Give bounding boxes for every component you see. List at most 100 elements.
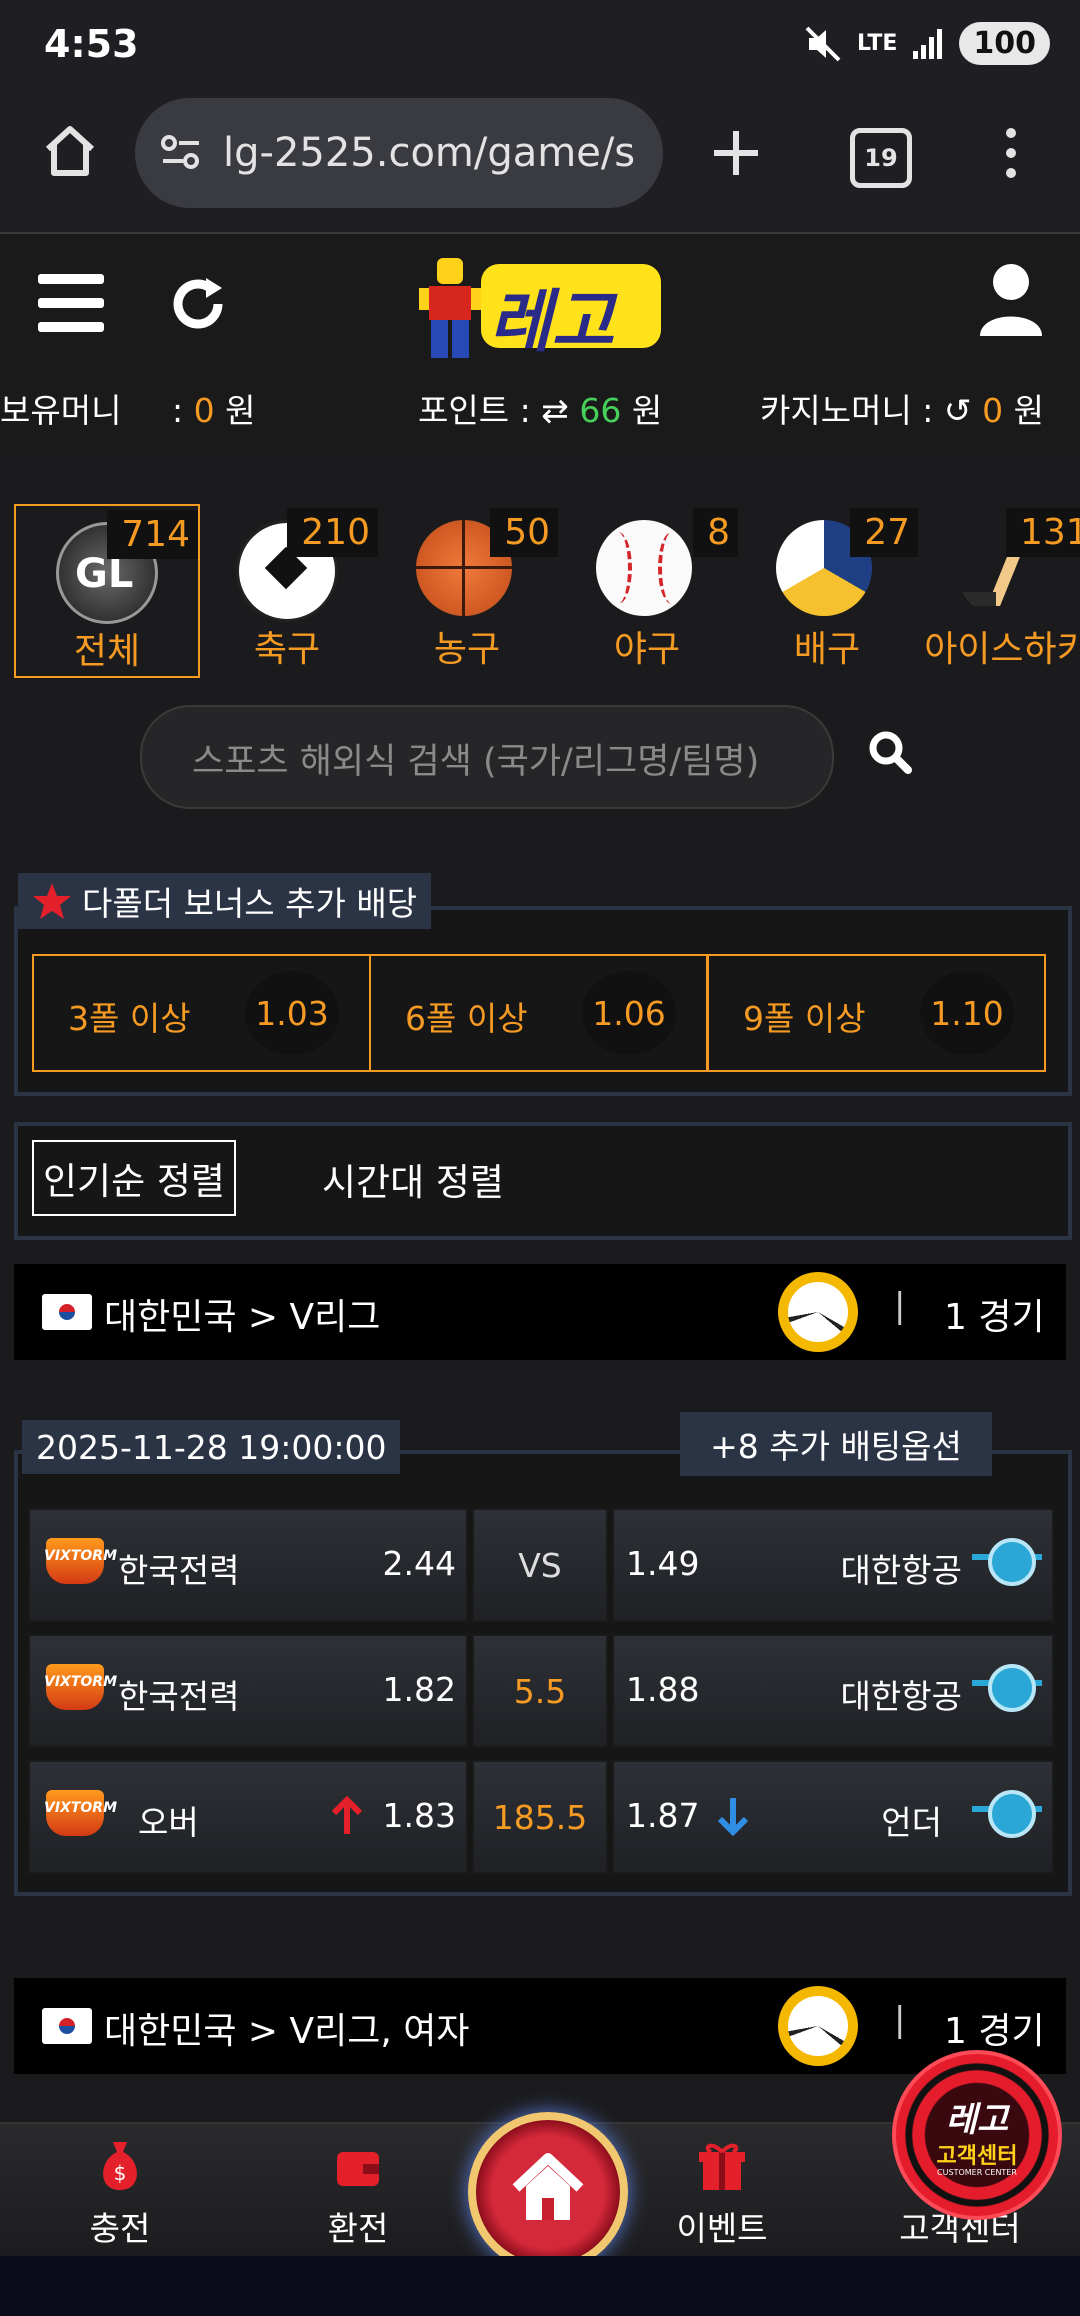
handicap-value: 5.5 (513, 1672, 567, 1711)
away-team: 대한항공 (840, 1677, 962, 1716)
exchange-arrows-icon[interactable]: ⇄ (541, 391, 569, 430)
sport-count: 8 (693, 508, 738, 557)
nav-deposit[interactable]: $ 충전 (40, 2128, 200, 2248)
sport-count: 131 (1006, 508, 1080, 557)
url-text[interactable]: lg-2525.com/game/s (223, 130, 643, 176)
sort-time-button[interactable]: 시간대 정렬 (322, 1152, 504, 1206)
kepco-vixtorm-logo-icon: VIXTORM (40, 1784, 117, 1840)
sport-tab-hockey[interactable]: 131 아이스하키 (916, 504, 1080, 674)
jumbos-logo-icon (972, 1784, 1042, 1840)
search-icon[interactable] (866, 728, 914, 776)
sport-tab-basketball[interactable]: 50 농구 (376, 504, 558, 674)
kepco-vixtorm-logo-icon: VIXTORM (40, 1658, 117, 1714)
gift-icon (699, 2143, 745, 2190)
bonus-label: 3폴 이상 (68, 999, 191, 1038)
reload-icon[interactable]: ↺ (944, 391, 972, 430)
home-icon (512, 2153, 584, 2220)
home-team: 한국전력 (118, 1551, 240, 1590)
nav-label: 환전 (327, 2209, 389, 2248)
user-profile-icon[interactable] (976, 262, 1046, 338)
bonus-label: 6폴 이상 (405, 999, 528, 1038)
kepco-vixtorm-logo-icon: VIXTORM (40, 1532, 117, 1588)
customer-center-badge[interactable]: 레고 고객센터 CUSTOMER CENTER (892, 2050, 1062, 2220)
sort-popular-button[interactable]: 인기순 정렬 (32, 1140, 236, 1216)
sport-count: 27 (850, 508, 918, 557)
more-menu-icon[interactable] (996, 123, 1026, 183)
nav-event[interactable]: 이벤트 (642, 2128, 802, 2248)
battery-level: 100 (959, 22, 1050, 65)
home-icon[interactable] (40, 121, 100, 181)
under-odds: 1.87 (626, 1796, 700, 1835)
network-type: LTE (856, 31, 898, 56)
money-bag-icon: $ (103, 2142, 137, 2190)
star-icon (33, 883, 71, 919)
volleyball-icon (778, 1272, 858, 1352)
bonus-option-9fold[interactable]: 9폴 이상 1.10 (707, 954, 1046, 1072)
bonus-option-3fold[interactable]: 3폴 이상 1.03 (32, 954, 371, 1072)
sport-tab-volleyball[interactable]: 27 배구 (736, 504, 918, 674)
tab-switcher-button[interactable]: 19 (850, 128, 912, 188)
site-logo[interactable]: 레고 (415, 254, 665, 364)
status-time: 4:53 (44, 22, 139, 66)
korea-flag-icon (42, 2008, 92, 2044)
away-odds-cell[interactable]: 1.88 대한항공 (612, 1634, 1054, 1748)
casino-value: 0 (982, 391, 1004, 430)
center-cell: VS (472, 1508, 608, 1622)
home-odds: 2.44 (382, 1544, 456, 1583)
over-label: 오버 (138, 1803, 199, 1842)
more-bet-options-button[interactable]: +8 추가 배팅옵션 (680, 1412, 992, 1476)
site-header: 레고 보유머니 : 0 원 포인트 : ⇄ 66 원 카지노머니 : ↺ 0 원 (0, 234, 1080, 456)
game-count: 1 경기 (944, 2011, 1045, 2052)
league-header[interactable]: 대한민국 > V리그 | 1 경기 (14, 1264, 1066, 1360)
status-icons: LTE 100 (803, 22, 1050, 65)
sport-label: 야구 (613, 629, 681, 670)
total-line-cell: 185.5 (472, 1760, 608, 1874)
casino-label: 카지노머니 : (760, 391, 934, 430)
svg-text:$: $ (114, 2161, 127, 2185)
sport-tab-soccer[interactable]: 210 축구 (196, 504, 378, 674)
cs-badge-caption: CUSTOMER CENTER (937, 2168, 1017, 2177)
nav-home-button[interactable] (468, 2112, 628, 2272)
sport-tab-baseball[interactable]: 8 야구 (556, 504, 738, 674)
site-settings-icon[interactable] (159, 131, 203, 175)
lego-figure-icon (419, 258, 481, 358)
under-odds-cell[interactable]: 1.87 언더 (612, 1760, 1054, 1874)
sport-tab-all[interactable]: GL 714 전체 (14, 504, 200, 678)
versus-label: VS (518, 1546, 562, 1585)
league-name: 대한민국 > V리그, 여자 (104, 2011, 470, 2052)
mute-icon (805, 26, 841, 61)
sport-count: 210 (287, 508, 378, 557)
signal-icon (913, 28, 943, 59)
away-odds-cell[interactable]: 1.49 대한항공 (612, 1508, 1054, 1622)
arrow-down-icon (717, 1798, 749, 1836)
over-odds-cell[interactable]: VIXTORM 오버 1.83 (28, 1760, 468, 1874)
bonus-label: 9폴 이상 (743, 999, 866, 1038)
home-odds-cell[interactable]: VIXTORM 한국전력 2.44 (28, 1508, 468, 1622)
casino-balance: 카지노머니 : ↺ 0 원 (760, 391, 1044, 430)
nav-withdraw[interactable]: 환전 (278, 2128, 438, 2248)
money-label: 보유머니 (0, 391, 122, 430)
game-count: 1 경기 (944, 1297, 1045, 1338)
sports-search-input[interactable]: 스포츠 해외식 검색 (국가/리그명/팀명) (140, 705, 834, 809)
points-balance: 포인트 : ⇄ 66 원 (418, 391, 663, 430)
hamburger-menu-icon[interactable] (38, 274, 104, 346)
sport-label: 축구 (253, 629, 321, 670)
total-line-value: 185.5 (492, 1798, 588, 1837)
status-bar: 4:53 LTE 100 (0, 0, 1080, 95)
cs-badge-title: 레고 (945, 2100, 1009, 2140)
address-bar[interactable]: lg-2525.com/game/s (135, 98, 663, 208)
sport-label: 전체 (73, 631, 141, 672)
cs-badge-subtitle: 고객센터 (936, 2144, 1018, 2169)
sport-label: 아이스하키 (924, 629, 1080, 670)
bonus-option-6fold[interactable]: 6폴 이상 1.06 (369, 954, 708, 1072)
money-value: 0 (193, 391, 215, 430)
home-odds-cell[interactable]: VIXTORM 한국전력 1.82 (28, 1634, 468, 1748)
bonus-value: 1.10 (920, 971, 1014, 1055)
jumbos-logo-icon (972, 1532, 1042, 1588)
refresh-icon[interactable] (166, 272, 230, 336)
baseball-icon (596, 520, 692, 616)
browser-toolbar: lg-2525.com/game/s 19 (0, 95, 1080, 234)
sport-label: 배구 (793, 629, 861, 670)
league-header[interactable]: 대한민국 > V리그, 여자 | 1 경기 (14, 1978, 1066, 2074)
new-tab-icon[interactable] (708, 125, 764, 181)
